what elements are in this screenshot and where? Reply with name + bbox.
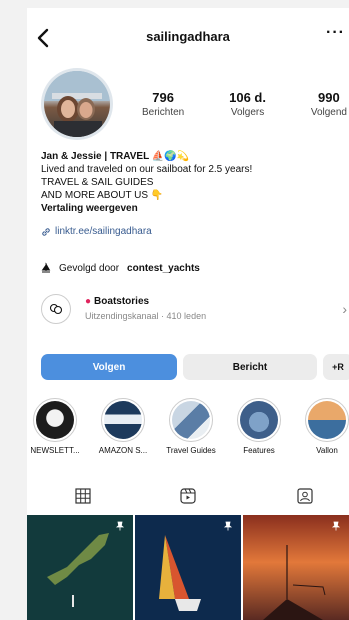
bio-line: Lived and traveled on our sailboat for 2… — [41, 164, 253, 175]
pin-icon — [331, 521, 341, 531]
profile-username: sailingadhara — [146, 29, 230, 44]
message-button[interactable]: Bericht — [183, 354, 317, 380]
followed-by-prefix: Gevolgd door — [59, 262, 120, 274]
profile-screen: sailingadhara ··· 796 Berichten 106 d. V… — [27, 8, 349, 620]
highlight-item[interactable]: NEWSLETT... — [29, 398, 81, 455]
highlight-cover — [240, 401, 278, 439]
highlight-label: Vallon — [316, 446, 338, 455]
stat-followers-label: Volgers — [230, 107, 265, 118]
translate-link[interactable]: Vertaling weergeven — [41, 202, 341, 215]
sailboat-icon — [41, 262, 51, 273]
profile-stats: 796 Berichten 106 d. Volgers 990 Volgend — [142, 90, 347, 119]
followed-by-account[interactable]: contest_yachts — [127, 263, 200, 274]
highlight-item[interactable]: Vallon — [301, 398, 349, 455]
tagged-person-icon — [297, 488, 313, 504]
highlight-cover — [308, 401, 346, 439]
chat-bubbles-icon — [49, 303, 63, 315]
stat-posts[interactable]: 796 Berichten — [142, 90, 184, 119]
bio-name: Jan & Jessie | TRAVEL ⛵🌍💫 — [41, 151, 190, 162]
highlight-cover — [104, 401, 142, 439]
highlight-label: Features — [243, 446, 275, 455]
live-dot-icon: ● — [85, 296, 92, 307]
tab-grid[interactable] — [73, 486, 93, 506]
avatar[interactable] — [41, 68, 113, 140]
broadcast-channel[interactable]: ● Boatstories Uitzendingskanaal · 410 led… — [41, 294, 347, 330]
highlight-item[interactable]: Travel Guides — [165, 398, 217, 455]
highlight-label: Travel Guides — [166, 446, 216, 455]
bio-link[interactable]: linktr.ee/sailingadhara — [41, 225, 341, 238]
avatar-image — [44, 71, 110, 137]
tab-tagged[interactable] — [295, 486, 315, 506]
channel-title-text: Boatstories — [94, 296, 150, 307]
top-bar: sailingadhara ··· — [27, 24, 349, 50]
stat-posts-label: Berichten — [142, 107, 185, 118]
profile-bio: Jan & Jessie | TRAVEL ⛵🌍💫 Lived and trav… — [41, 150, 341, 238]
grid-icon — [75, 488, 91, 504]
stat-followers-value: 106 d. — [229, 90, 266, 105]
stat-following-value: 990 — [318, 90, 340, 105]
highlight-item[interactable]: AMAZON S... — [97, 398, 149, 455]
add-person-button[interactable]: +R — [323, 354, 349, 380]
channel-subtitle: Uitzendingskanaal · 410 leden — [85, 311, 207, 321]
highlight-item[interactable]: Features — [233, 398, 285, 455]
chevron-right-icon: › — [342, 301, 347, 317]
highlight-label: AMAZON S... — [98, 446, 148, 455]
bio-line: TRAVEL & SAIL GUIDES — [41, 177, 154, 188]
profile-tabs — [27, 486, 349, 510]
avatar-photo-icon — [44, 71, 110, 137]
reels-icon — [180, 488, 196, 504]
bio-link-text: linktr.ee/sailingadhara — [55, 226, 152, 237]
link-icon — [42, 227, 50, 236]
followed-by[interactable]: Gevolgd door contest_yachts — [41, 262, 200, 274]
stat-following[interactable]: 990 Volgend — [311, 90, 347, 119]
pin-icon — [115, 521, 125, 531]
post-thumbnail[interactable] — [135, 515, 241, 620]
bio-line: AND MORE ABOUT US 👇 — [41, 190, 164, 201]
story-highlights: NEWSLETT... AMAZON S... Travel Guides Fe… — [29, 398, 349, 455]
tab-reels[interactable] — [178, 486, 198, 506]
highlight-cover — [36, 401, 74, 439]
follow-button[interactable]: Volgen — [41, 354, 177, 380]
post-thumbnail[interactable] — [243, 515, 349, 620]
posts-grid — [27, 515, 349, 620]
channel-title: ● Boatstories — [85, 296, 149, 307]
stat-posts-value: 796 — [152, 90, 174, 105]
post-thumbnail[interactable] — [27, 515, 133, 620]
highlight-label: NEWSLETT... — [30, 446, 80, 455]
highlight-cover — [172, 401, 210, 439]
channel-icon — [41, 294, 71, 324]
pin-icon — [223, 521, 233, 531]
stat-following-label: Volgend — [310, 107, 347, 118]
more-options-button[interactable]: ··· — [326, 24, 345, 42]
stat-followers[interactable]: 106 d. Volgers — [229, 90, 266, 119]
profile-actions: Volgen Bericht +R — [41, 354, 349, 380]
